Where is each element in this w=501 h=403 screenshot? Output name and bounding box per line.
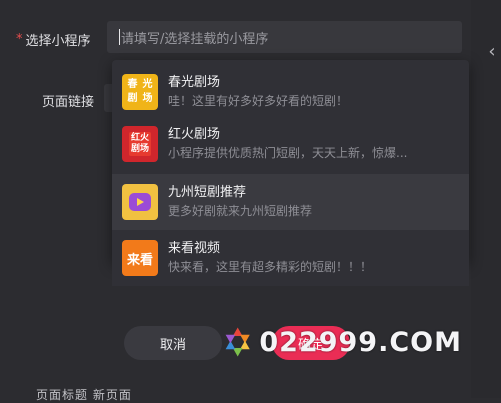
dropdown-item-desc: 小程序提供优质热门短剧，天天上新，惊爆...: [168, 146, 408, 160]
dropdown-item-title: 红火剧场: [168, 127, 221, 142]
icon-char: 春: [127, 79, 138, 90]
page-link-input[interactable]: [104, 84, 112, 112]
dropdown-item-laikan-row[interactable]: 来看 来看视频 快来看，这里有超多精彩的短剧！！！: [112, 230, 469, 286]
dropdown-item-desc: 哇！这里有好多好多好看的短剧！: [168, 94, 349, 108]
dropdown-item-desc: 更多好剧就来九州短剧推荐: [168, 204, 313, 218]
play-icon: [129, 193, 151, 211]
icon-char: 剧: [127, 93, 138, 104]
dropdown-item-title: 春光剧场: [168, 75, 221, 90]
dropdown-item-jiuzhou[interactable]: 九州短剧推荐 更多好剧就来九州短剧推荐: [112, 174, 469, 230]
watermark-text: 022999.COM: [259, 326, 462, 358]
watermark-logo-icon: [225, 327, 250, 357]
icon-char: 来看: [126, 252, 153, 268]
icon-char: 剧场: [130, 144, 149, 154]
required-mark: *: [16, 32, 23, 47]
chunguang-icon: 春 光 剧 场: [122, 74, 158, 110]
mini-program-label-text: 选择小程序: [25, 34, 91, 49]
icon-char: 场: [142, 93, 153, 104]
dropdown-item-title: 来看视频: [168, 241, 221, 256]
hongtuo-icon: 红火 剧场: [122, 126, 158, 162]
dropdown-item-title: 九州短剧推荐: [168, 185, 247, 200]
dropdown-item-chunguang[interactable]: 春 光 剧 场 春光剧场 哇！这里有好多好多好看的短剧！: [112, 64, 469, 120]
mini-program-label: * 选择小程序: [16, 30, 91, 49]
icon-char: 红火: [130, 133, 149, 143]
page-link-label: 页面链接: [42, 95, 95, 110]
dropdown-item-hongtuo[interactable]: 红火 剧场 红火剧场 小程序提供优质热门短剧，天天上新，惊爆...: [112, 116, 469, 172]
select-placeholder: 请填写/选择挂载的小程序: [121, 31, 269, 47]
jiuzhou-play-icon: [122, 184, 158, 220]
laikan-icon: 来看: [122, 240, 158, 276]
page-title-row-partial: 页面标题 新页面: [36, 388, 132, 402]
dropdown-item-desc: 快来看，这里有超多精彩的短剧！！！: [168, 260, 373, 274]
cancel-button[interactable]: 取消: [124, 326, 222, 360]
text-caret: [119, 29, 120, 45]
watermark: 022999.COM: [222, 310, 462, 374]
mini-program-select[interactable]: 请填写/选择挂载的小程序: [107, 21, 462, 53]
icon-char: 光: [142, 79, 153, 90]
chevron-left-icon[interactable]: ‹: [485, 34, 499, 68]
